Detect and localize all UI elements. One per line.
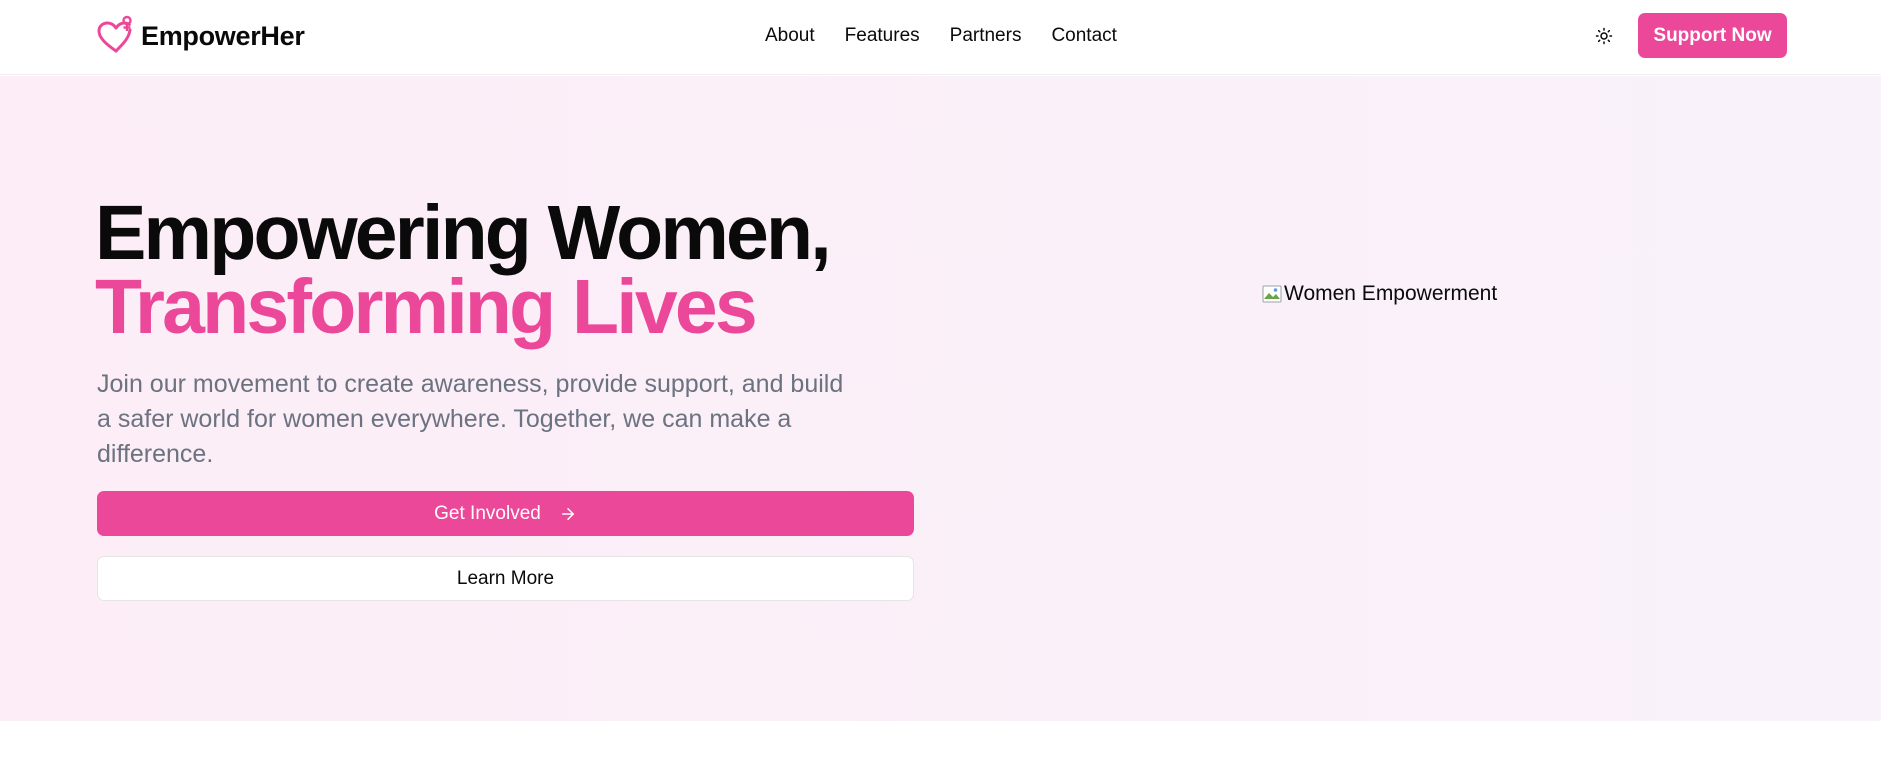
- main-nav: About Features Partners Contact: [765, 20, 1117, 52]
- hero-title: Empowering Women, Transforming Lives: [95, 190, 832, 350]
- arrow-right-icon: [561, 507, 574, 520]
- learn-more-label: Learn More: [456, 567, 555, 589]
- logo[interactable]: EmpowerHer: [97, 10, 305, 62]
- brand-name: EmpowerHer: [141, 20, 305, 51]
- support-now-button[interactable]: Support Now: [1638, 13, 1787, 58]
- nav-link-partners[interactable]: Partners: [950, 25, 1022, 47]
- hero-subtitle: Join our movement to create awareness, p…: [97, 370, 844, 468]
- nav-link-about[interactable]: About: [765, 25, 815, 47]
- nav-link-features[interactable]: Features: [845, 25, 920, 47]
- hero-title-line2: Transforming Lives: [95, 264, 758, 350]
- get-involved-button[interactable]: Get Involved: [97, 491, 914, 536]
- hero-title-line1: Empowering Women,: [95, 190, 832, 276]
- hero-image-alt-text: Women Empowerment: [1284, 282, 1498, 305]
- site-header: EmpowerHer About Features Partners Conta…: [0, 0, 1881, 75]
- learn-more-button[interactable]: Learn More: [97, 556, 914, 601]
- get-involved-label: Get Involved: [434, 502, 541, 524]
- nav-link-contact[interactable]: Contact: [1051, 25, 1116, 47]
- hero-image: Women Empowerment: [1262, 282, 1497, 306]
- hero-section: Empowering Women, Transforming Lives Joi…: [0, 76, 1881, 721]
- broken-image-icon: [1262, 285, 1282, 303]
- theme-toggle-button[interactable]: [1588, 20, 1620, 52]
- heart-venus-icon: [97, 15, 132, 53]
- sun-icon: [1595, 27, 1613, 45]
